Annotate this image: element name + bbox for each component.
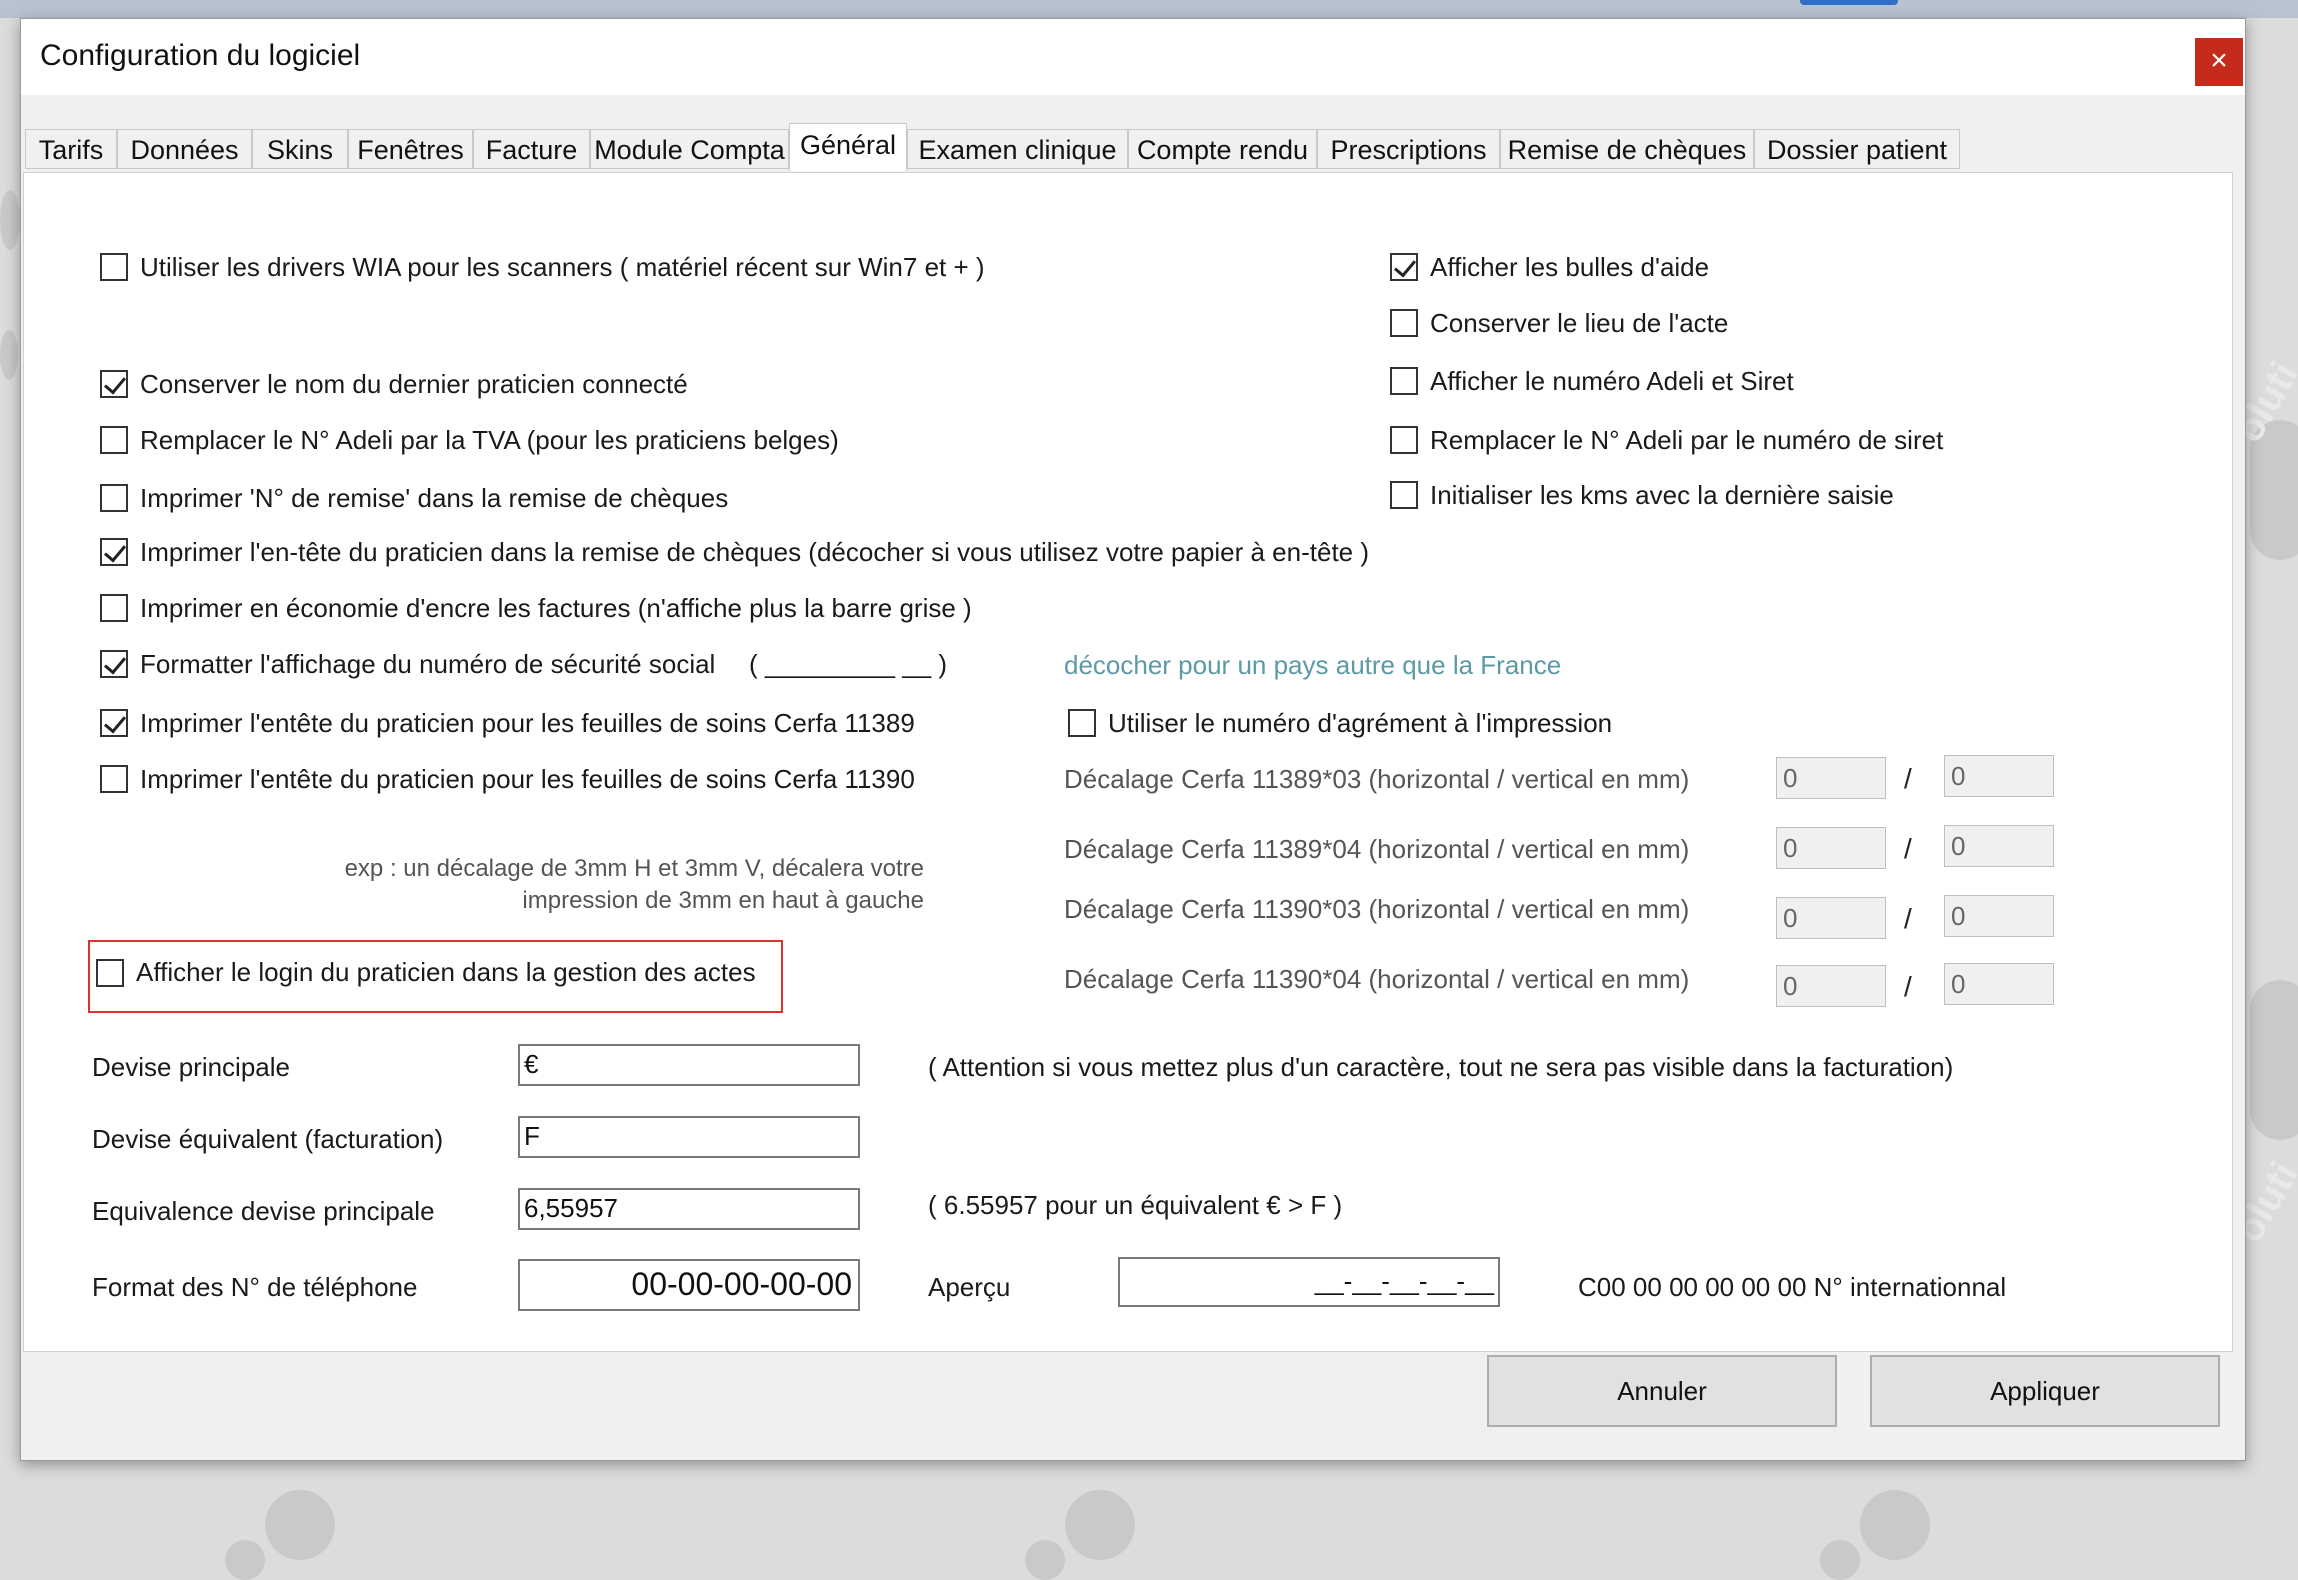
paw-decoration [1065, 1490, 1135, 1560]
cerfa-11390-checkbox[interactable] [100, 765, 128, 793]
tab-fenetres[interactable]: Fenêtres [348, 129, 473, 169]
tab-remise-de-cheques[interactable]: Remise de chèques [1500, 129, 1754, 169]
offset-label-11390-04: Décalage Cerfa 11390*04 (horizontal / ve… [1064, 964, 1690, 994]
tab-bar: Tarifs Données Skins Fenêtres Facture Mo… [21, 109, 2245, 171]
keep-last-practitioner-checkbox[interactable] [100, 370, 128, 398]
format-ssn-label: Formatter l'affichage du numéro de sécur… [140, 649, 716, 679]
keep-act-place-label: Conserver le lieu de l'acte [1430, 308, 1729, 338]
dialog-title: Configuration du logiciel [40, 39, 361, 72]
paw-decoration [1820, 1540, 1860, 1580]
tab-skins[interactable]: Skins [252, 129, 348, 169]
cerfa-11389-checkbox[interactable] [100, 709, 128, 737]
paw-decoration [0, 190, 20, 250]
offset-separator: / [1904, 763, 1912, 794]
login-actes-checkbox[interactable] [96, 959, 124, 987]
adeli-tva-label: Remplacer le N° Adeli par la TVA (pour l… [140, 425, 839, 455]
agrement-checkbox[interactable] [1068, 709, 1096, 737]
main-currency-note: ( Attention si vous mettez plus d'un car… [928, 1052, 1954, 1082]
paw-decoration [0, 330, 18, 380]
dialog-titlebar: Configuration du logiciel × [21, 19, 2245, 95]
offset-separator: / [1904, 833, 1912, 864]
offset-v-11389-04[interactable]: 0 [1944, 825, 2054, 867]
tab-compte-rendu[interactable]: Compte rendu [1128, 129, 1317, 169]
ssn-pattern: ( _________ __ ) [749, 649, 948, 679]
offset-label-11389-03: Décalage Cerfa 11389*03 (horizontal / ve… [1064, 764, 1690, 794]
general-settings-panel: Utiliser les drivers WIA pour les scanne… [23, 172, 2233, 1352]
wia-label: Utiliser les drivers WIA pour les scanne… [140, 252, 985, 282]
show-adeli-siret-checkbox[interactable] [1390, 367, 1418, 395]
equiv-currency-label: Devise équivalent (facturation) [92, 1124, 444, 1154]
offset-h-11389-03[interactable]: 0 [1776, 757, 1886, 799]
close-button[interactable]: × [2195, 38, 2243, 86]
wia-checkbox[interactable] [100, 253, 128, 281]
tab-donnees[interactable]: Données [117, 129, 252, 169]
adeli-siret-label: Remplacer le N° Adeli par le numéro de s… [1430, 425, 1944, 455]
keep-act-place-checkbox[interactable] [1390, 309, 1418, 337]
offset-separator: / [1904, 971, 1912, 1002]
login-actes-label: Afficher le login du praticien dans la g… [136, 957, 756, 987]
print-remise-no-label: Imprimer 'N° de remise' dans la remise d… [140, 483, 729, 513]
tab-module-compta[interactable]: Module Compta [590, 129, 789, 169]
help-bubbles-label: Afficher les bulles d'aide [1430, 252, 1710, 282]
cerfa-11389-label: Imprimer l'entête du praticien pour les … [140, 708, 915, 738]
equiv-currency-input[interactable]: F [518, 1116, 860, 1158]
offset-h-11389-04[interactable]: 0 [1776, 827, 1886, 869]
tab-facture[interactable]: Facture [473, 129, 590, 169]
print-header-remise-checkbox[interactable] [100, 538, 128, 566]
background-titlebar-strip [0, 0, 2298, 18]
paw-decoration [265, 1490, 335, 1560]
phone-preview-label: Aperçu [928, 1272, 1011, 1302]
paw-decoration [1860, 1490, 1930, 1560]
config-dialog: Configuration du logiciel × Tarifs Donné… [20, 18, 2246, 1461]
main-currency-input[interactable]: € [518, 1044, 860, 1086]
offset-note-line: exp : un décalage de 3mm H et 3mm V, déc… [344, 855, 924, 882]
currency-rate-note: ( 6.55957 pour un équivalent € > F ) [928, 1190, 1343, 1220]
ssn-hint: décocher pour un pays autre que la Franc… [1064, 650, 1562, 680]
phone-preview-field[interactable]: __-__-__-__-__ [1118, 1257, 1500, 1307]
offset-label-11390-03: Décalage Cerfa 11390*03 (horizontal / ve… [1064, 894, 1690, 924]
apply-button[interactable]: Appliquer [1870, 1355, 2220, 1427]
ink-economy-label: Imprimer en économie d'encre les facture… [140, 593, 972, 623]
offset-separator: / [1904, 903, 1912, 934]
currency-rate-label: Equivalence devise principale [92, 1196, 435, 1226]
offset-h-11390-04[interactable]: 0 [1776, 965, 1886, 1007]
init-kms-label: Initialiser les kms avec la dernière sai… [1430, 480, 1894, 510]
phone-format-input[interactable]: 00-00-00-00-00 [518, 1259, 860, 1311]
help-bubbles-checkbox[interactable] [1390, 253, 1418, 281]
offset-v-11389-03[interactable]: 0 [1944, 755, 2054, 797]
offset-v-11390-04[interactable]: 0 [1944, 963, 2054, 1005]
cancel-button[interactable]: Annuler [1487, 1355, 1837, 1427]
main-currency-label: Devise principale [92, 1052, 290, 1082]
format-ssn-checkbox[interactable] [100, 650, 128, 678]
currency-rate-input[interactable]: 6,55957 [518, 1188, 860, 1230]
paw-decoration [225, 1540, 265, 1580]
offset-h-11390-03[interactable]: 0 [1776, 897, 1886, 939]
keep-last-practitioner-label: Conserver le nom du dernier praticien co… [140, 369, 688, 399]
init-kms-checkbox[interactable] [1390, 481, 1418, 509]
offset-label-11389-04: Décalage Cerfa 11389*04 (horizontal / ve… [1064, 834, 1690, 864]
phone-format-label: Format des N° de téléphone [92, 1272, 418, 1302]
phone-international-format: C00 00 00 00 00 00 N° internationnal [1578, 1272, 2007, 1302]
show-adeli-siret-label: Afficher le numéro Adeli et Siret [1430, 366, 1794, 396]
agrement-label: Utiliser le numéro d'agrément à l'impres… [1108, 708, 1613, 738]
adeli-tva-checkbox[interactable] [100, 426, 128, 454]
tab-general[interactable]: Général [789, 123, 907, 171]
tab-prescriptions[interactable]: Prescriptions [1317, 129, 1500, 169]
print-remise-no-checkbox[interactable] [100, 484, 128, 512]
ink-economy-checkbox[interactable] [100, 594, 128, 622]
tab-examen-clinique[interactable]: Examen clinique [907, 129, 1128, 169]
offset-v-11390-03[interactable]: 0 [1944, 895, 2054, 937]
tab-dossier-patient[interactable]: Dossier patient [1754, 129, 1960, 169]
background-accent [1800, 0, 1898, 5]
tab-tarifs[interactable]: Tarifs [25, 129, 117, 169]
adeli-siret-checkbox[interactable] [1390, 426, 1418, 454]
print-header-remise-label: Imprimer l'en-tête du praticien dans la … [140, 537, 1370, 567]
offset-note-line: impression de 3mm en haut à gauche [522, 887, 924, 914]
paw-decoration [1025, 1540, 1065, 1580]
paw-decoration [2250, 980, 2298, 1140]
offset-note: exp : un décalage de 3mm H et 3mm V, déc… [224, 853, 924, 917]
cerfa-11390-label: Imprimer l'entête du praticien pour les … [140, 764, 915, 794]
